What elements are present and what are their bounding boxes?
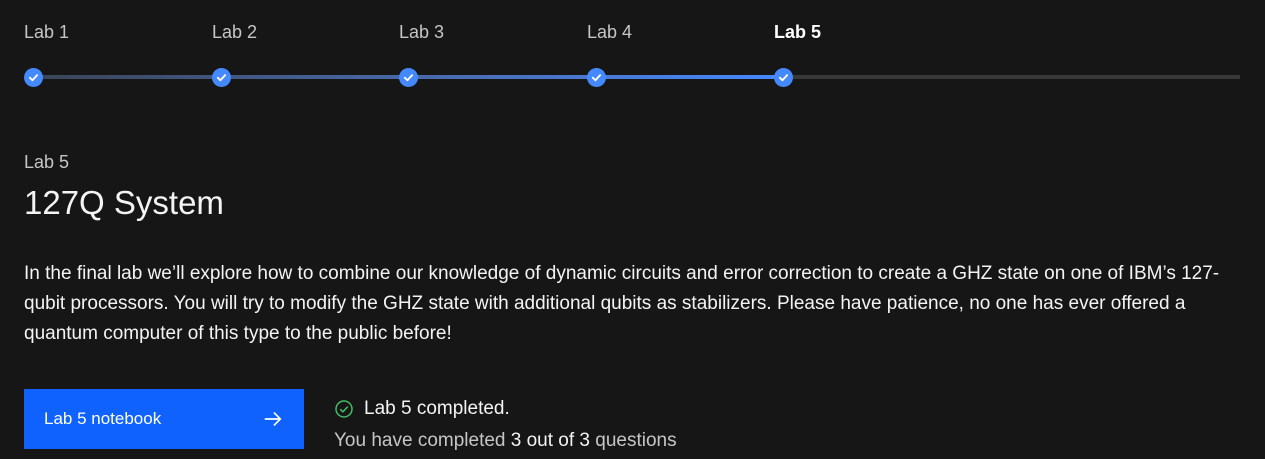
step-label-lab-2[interactable]: Lab 2 xyxy=(212,22,257,43)
completion-status: Lab 5 completed. You have completed 3 ou… xyxy=(334,396,677,452)
checkmark-icon xyxy=(28,74,39,82)
progress-prefix: You have completed xyxy=(334,430,506,451)
step-checkmark-icon[interactable] xyxy=(399,68,418,87)
step-label-lab-5[interactable]: Lab 5 xyxy=(774,22,821,43)
step-checkmark-icon[interactable] xyxy=(24,68,43,87)
checkmark-icon xyxy=(403,74,414,82)
checkmark-icon xyxy=(591,74,602,82)
progress-suffix: questions xyxy=(595,430,677,451)
lab-stepper: Lab 1 Lab 2 Lab 3 Lab 4 Lab 5 xyxy=(24,0,1240,100)
step-checkmark-icon[interactable] xyxy=(587,68,606,87)
lab-eyebrow: Lab 5 xyxy=(24,152,70,172)
question-progress: You have completed 3 out of 3 questions xyxy=(334,430,677,452)
checkmark-icon xyxy=(778,74,789,82)
checkmark-outline-icon xyxy=(335,400,353,418)
completed-line: Lab 5 completed. xyxy=(334,396,677,422)
step-label-lab-4[interactable]: Lab 4 xyxy=(587,22,632,43)
step-label-lab-3[interactable]: Lab 3 xyxy=(399,22,444,43)
lab-notebook-button-label: Lab 5 notebook xyxy=(44,409,162,428)
step-checkmark-icon[interactable] xyxy=(774,68,793,87)
completed-text: Lab 5 completed. xyxy=(364,398,510,419)
step-checkmark-icon[interactable] xyxy=(212,68,231,87)
progress-count: 3 out of 3 xyxy=(510,430,590,451)
arrow-right-icon xyxy=(264,411,282,427)
checkmark-icon xyxy=(216,74,227,82)
lab-description: In the final lab we’ll explore how to co… xyxy=(24,263,1220,344)
step-label-lab-1[interactable]: Lab 1 xyxy=(24,22,69,43)
lab-notebook-button[interactable]: Lab 5 notebook xyxy=(24,389,304,449)
page-title: 127Q System xyxy=(24,184,224,221)
